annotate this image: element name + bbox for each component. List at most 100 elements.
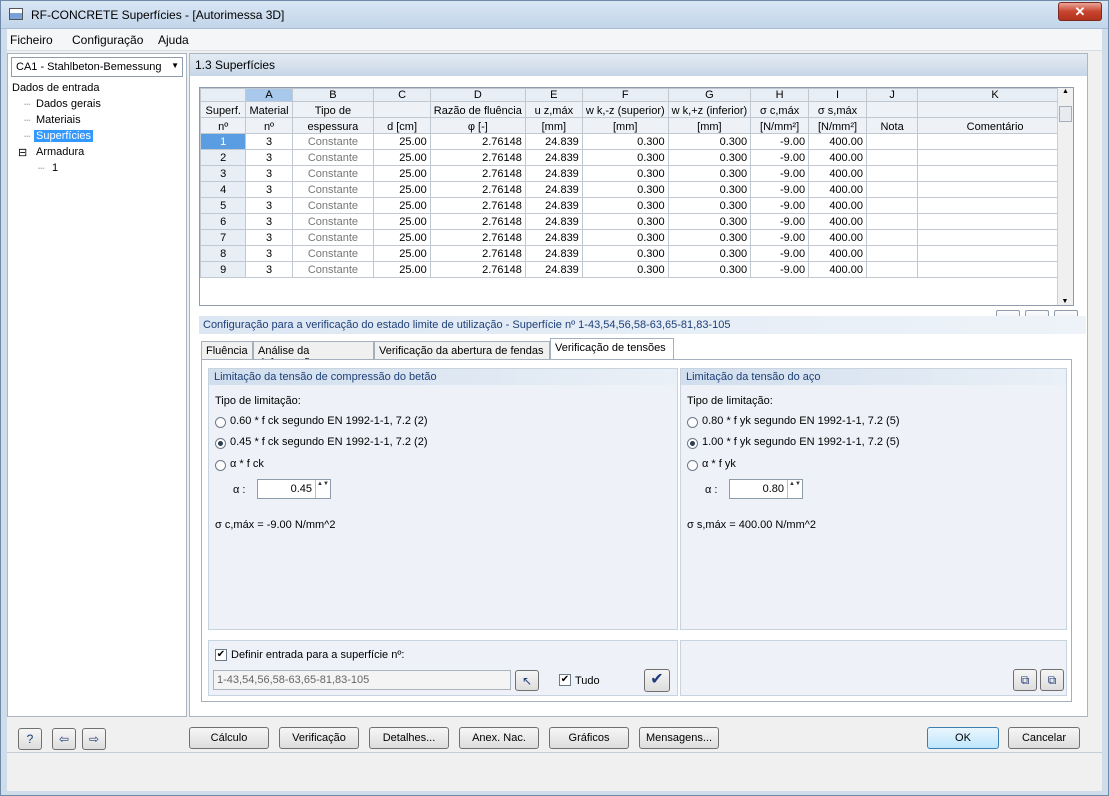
table-cell[interactable]: 24.839 (524, 245, 583, 262)
table-cell[interactable]: 400.00 (808, 213, 867, 230)
table-cell[interactable] (865, 213, 919, 230)
table-cell[interactable]: 24.839 (524, 149, 583, 166)
table-row[interactable]: 3 3 Constante 25.00 2.76148 24.839 0.300 0.300-… (200, 165, 1073, 182)
table-cell[interactable]: 3 (245, 149, 293, 166)
table-cell[interactable]: -9.00 (750, 149, 810, 166)
row-number[interactable]: 6 (200, 213, 247, 230)
table-cell[interactable]: 3 (245, 261, 293, 278)
table-cell[interactable]: 3 (245, 165, 293, 182)
table-cell[interactable] (917, 149, 1073, 166)
concrete-option-045-radio[interactable] (215, 438, 226, 449)
row-number[interactable]: 3 (200, 165, 247, 182)
table-cell[interactable]: 0.300 (667, 197, 752, 214)
table-cell[interactable]: Constante (291, 197, 375, 214)
table-row[interactable]: 8 3 Constante 25.00 2.76148 24.839 0.300 0.300-… (200, 245, 1073, 262)
calculo-button[interactable]: Cálculo (189, 727, 269, 749)
table-cell[interactable] (865, 133, 919, 150)
spin-arrows-icon[interactable]: ▲▼ (787, 480, 802, 498)
column-letter-e[interactable]: E (524, 88, 583, 102)
spin-arrows-icon[interactable]: ▲▼ (315, 480, 330, 498)
table-cell[interactable]: 0.300 (667, 213, 752, 230)
table-cell[interactable]: 2.76148 (429, 213, 526, 230)
table-cell[interactable]: 25.00 (373, 181, 431, 198)
table-cell[interactable]: 2.76148 (429, 245, 526, 262)
table-cell[interactable]: 2.76148 (429, 149, 526, 166)
table-cell[interactable] (917, 197, 1073, 214)
column-letter-f[interactable]: F (581, 88, 669, 102)
table-cell[interactable] (865, 149, 919, 166)
table-cell[interactable]: -9.00 (750, 181, 810, 198)
table-cell[interactable]: 25.00 (373, 245, 431, 262)
tree-expander-icon[interactable]: ⊟ (18, 146, 27, 159)
table-cell[interactable]: 0.300 (667, 165, 752, 182)
table-cell[interactable] (917, 229, 1073, 246)
table-cell[interactable]: 3 (245, 181, 293, 198)
table-cell[interactable]: 0.300 (581, 133, 669, 150)
table-cell[interactable]: 0.300 (581, 229, 669, 246)
table-cell[interactable]: 400.00 (808, 197, 867, 214)
steel-alpha-input[interactable]: 0.80 ▲▼ (729, 479, 803, 499)
tab-fluencia[interactable]: Fluência (201, 341, 253, 360)
table-cell[interactable]: 0.300 (667, 261, 752, 278)
table-cell[interactable]: Constante (291, 261, 375, 278)
column-letter-a[interactable]: A (245, 88, 293, 102)
menu-configuracao[interactable]: Configuração (72, 33, 143, 47)
table-cell[interactable]: Constante (291, 181, 375, 198)
table-cell[interactable]: 24.839 (524, 261, 583, 278)
concrete-option-060-radio[interactable] (215, 417, 226, 428)
verificacao-button[interactable]: Verificação (279, 727, 359, 749)
table-cell[interactable]: 3 (245, 245, 293, 262)
table-cell[interactable]: 3 (245, 197, 293, 214)
table-cell[interactable]: 0.300 (581, 165, 669, 182)
ok-button[interactable]: OK (927, 727, 999, 749)
table-cell[interactable]: 24.839 (524, 181, 583, 198)
table-cell[interactable]: 400.00 (808, 261, 867, 278)
table-cell[interactable] (865, 197, 919, 214)
table-cell[interactable]: 0.300 (667, 229, 752, 246)
table-cell[interactable]: 2.76148 (429, 261, 526, 278)
table-cell[interactable]: -9.00 (750, 261, 810, 278)
define-entry-checkbox[interactable]: ✔ (215, 649, 227, 661)
steel-option-alpha-radio[interactable] (687, 460, 698, 471)
table-cell[interactable]: Constante (291, 245, 375, 262)
table-cell[interactable]: 3 (245, 229, 293, 246)
anex-nac-button[interactable]: Anex. Nac. (459, 727, 539, 749)
tab-verificacao-tensoes[interactable]: Verificação de tensões (550, 338, 674, 360)
table-cell[interactable]: 2.76148 (429, 165, 526, 182)
pick-surfaces-button[interactable]: ↖ (515, 670, 539, 691)
table-cell[interactable]: -9.00 (750, 197, 810, 214)
table-cell[interactable]: 24.839 (524, 197, 583, 214)
table-cell[interactable]: Constante (291, 149, 375, 166)
scroll-up-icon[interactable]: ▲ (1058, 88, 1073, 95)
tree-root-dados-entrada[interactable]: Dados de entrada (12, 82, 99, 94)
table-cell[interactable] (865, 245, 919, 262)
column-letter-b[interactable]: B (291, 88, 375, 102)
table-cell[interactable]: 2.76148 (429, 181, 526, 198)
table-cell[interactable]: 25.00 (373, 213, 431, 230)
row-number[interactable]: 4 (200, 181, 247, 198)
table-cell[interactable]: 0.300 (581, 149, 669, 166)
scroll-thumb[interactable] (1059, 106, 1072, 122)
table-cell[interactable] (865, 229, 919, 246)
column-letter-c[interactable]: C (373, 88, 431, 102)
table-cell[interactable]: 0.300 (667, 149, 752, 166)
table-cell[interactable] (917, 245, 1073, 262)
table-cell[interactable]: -9.00 (750, 165, 810, 182)
column-letter-g[interactable]: G (667, 88, 752, 102)
import-button[interactable]: ⇦ (52, 728, 76, 750)
table-row[interactable]: 2 3 Constante 25.00 2.76148 24.839 0.300 0.300-… (200, 149, 1073, 166)
concrete-option-alpha-radio[interactable] (215, 460, 226, 471)
tree-item-dados-gerais[interactable]: Dados gerais (36, 98, 101, 110)
table-cell[interactable]: 0.300 (581, 197, 669, 214)
table-cell[interactable] (917, 133, 1073, 150)
close-button[interactable]: ✕ (1058, 2, 1102, 21)
table-cell[interactable]: 24.839 (524, 165, 583, 182)
tudo-checkbox[interactable]: ✔ (559, 674, 571, 686)
table-row[interactable]: 9 3 Constante 25.00 2.76148 24.839 0.300 0.300-… (200, 261, 1073, 278)
table-cell[interactable]: Constante (291, 229, 375, 246)
table-cell[interactable]: 0.300 (581, 181, 669, 198)
concrete-alpha-input[interactable]: 0.45 ▲▼ (257, 479, 331, 499)
scroll-down-icon[interactable]: ▼ (1058, 298, 1072, 305)
table-row[interactable]: 1 3 Constante 25.00 2.76148 24.839 0.300 0.300-… (200, 133, 1073, 150)
graficos-button[interactable]: Gráficos (549, 727, 629, 749)
